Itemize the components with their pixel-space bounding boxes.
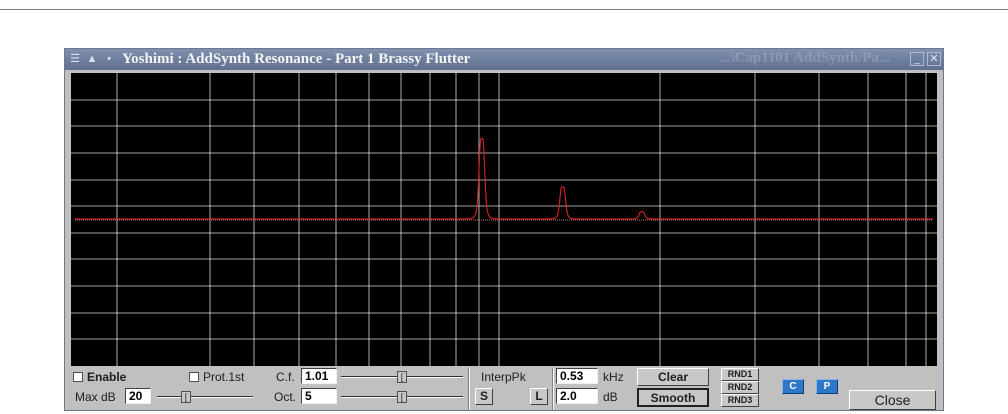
prot1st-checkbox[interactable] [189,372,199,382]
panel-divider-left [468,368,470,410]
resonance-window: ☰ ▲ • Yoshimi : AddSynth Resonance - Par… [64,48,944,411]
oct-field[interactable]: 5 [301,388,337,404]
panel-divider-right [552,368,554,410]
interp-l-button[interactable]: L [530,388,548,405]
khz-field[interactable]: 0.53 [556,368,598,384]
close-button[interactable]: Close [849,390,936,410]
top-divider [0,9,1008,10]
maxdb-label: Max dB [75,390,116,404]
pin-icon[interactable]: • [102,53,116,66]
rnd3-button[interactable]: RND3 [721,394,759,407]
interp-s-button[interactable]: S [475,388,493,405]
cf-field[interactable]: 1.01 [301,368,337,384]
cf-label: C.f. [276,370,295,384]
control-panel: Enable Prot.1st Max dB 20 [ C.f. 1.01 [ … [65,368,943,410]
khz-unit: kHz [603,370,624,384]
enable-label: Enable [87,370,127,384]
background-window-title: ...\Cap1101 AddSynth/Pa... [719,50,891,66]
cf-slider-handle[interactable]: [ [397,371,407,383]
shade-icon[interactable]: ▲ [85,53,99,66]
prot1st-label: Prot.1st [203,370,245,384]
maxdb-slider[interactable]: [ [157,391,253,403]
window-menu-icon[interactable]: ☰ [68,53,82,66]
window-title: Yoshimi : AddSynth Resonance - Part 1 Br… [122,51,471,67]
oct-slider[interactable]: [ [341,391,463,403]
maxdb-slider-track [157,396,253,398]
resonance-graph[interactable] [71,73,937,366]
clear-button[interactable]: Clear [637,368,709,386]
paste-button[interactable]: P [816,379,838,394]
oct-label: Oct. [274,390,297,404]
minimize-icon[interactable]: _ [910,52,924,66]
close-window-icon[interactable]: ✕ [927,52,941,66]
oct-slider-handle[interactable]: [ [397,391,407,403]
enable-checkbox[interactable] [73,372,83,382]
maxdb-slider-handle[interactable]: [ [181,391,191,403]
rnd2-button[interactable]: RND2 [721,381,759,394]
smooth-button[interactable]: Smooth [637,388,709,407]
copy-button[interactable]: C [782,379,804,394]
cf-slider[interactable]: [ [341,371,463,383]
resonance-curve [75,137,933,220]
maxdb-field[interactable]: 20 [125,388,151,404]
resonance-graph-svg[interactable] [71,73,937,366]
title-bar[interactable]: ☰ ▲ • Yoshimi : AddSynth Resonance - Par… [65,49,943,70]
db-field[interactable]: 2.0 [556,388,598,404]
rnd1-button[interactable]: RND1 [721,368,759,381]
interppk-label: InterpPk [481,370,526,384]
db-unit: dB [603,390,618,404]
